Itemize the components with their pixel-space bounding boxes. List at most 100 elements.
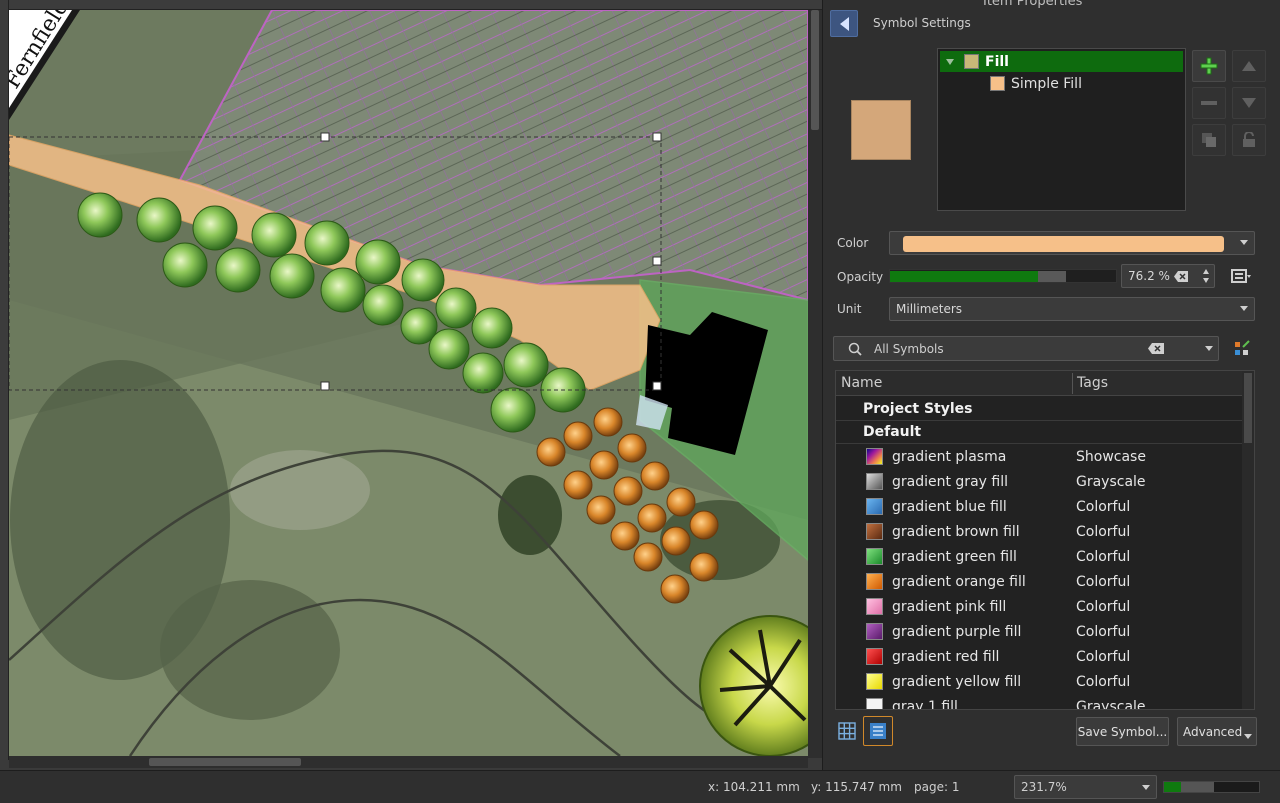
page-readout: page: 1	[914, 780, 960, 794]
x-coordinate-readout: x: 104.211 mm	[708, 780, 800, 794]
symbol-name: gradient pink fill	[892, 599, 1007, 615]
style-manager-button[interactable]	[1229, 336, 1255, 361]
map-view[interactable]: Fernfield	[0, 0, 822, 770]
opacity-slider[interactable]	[889, 269, 1117, 283]
table-row[interactable]: gradient gray fill Grayscale	[836, 470, 1242, 495]
group-row[interactable]: Default	[836, 421, 1242, 444]
symbol-list-table[interactable]: Name Tags Project Styles Default gradien…	[835, 370, 1255, 710]
opacity-spinbox[interactable]: 76.2 %	[1121, 264, 1215, 288]
scrollbar-thumb[interactable]	[1244, 373, 1252, 443]
slider-fill	[1164, 782, 1181, 792]
back-button[interactable]	[830, 10, 858, 37]
chevron-down-icon[interactable]	[1240, 240, 1248, 245]
style-manager-icon	[1235, 339, 1250, 355]
opacity-label: Opacity	[837, 270, 884, 284]
vertical-ruler	[0, 0, 9, 760]
horizontal-ruler	[0, 0, 822, 10]
down-arrow-icon	[1242, 98, 1256, 108]
swatch-icon	[866, 523, 883, 540]
layer-item-simple-fill[interactable]: Simple Fill	[940, 73, 1183, 94]
layer-label: Simple Fill	[1011, 75, 1082, 92]
layout-canvas[interactable]: Fernfield	[0, 0, 822, 770]
expand-arrow-icon[interactable]	[946, 58, 954, 65]
color-picker-button[interactable]	[889, 231, 1255, 255]
layer-label: Fill	[985, 53, 1009, 70]
symbol-name: gradient plasma	[892, 449, 1007, 465]
icon-view-button[interactable]	[832, 716, 862, 746]
swatch-icon	[866, 548, 883, 565]
table-scrollbar[interactable]	[1242, 371, 1254, 709]
symbol-name: gradient red fill	[892, 649, 1000, 665]
symbol-layer-tree[interactable]: Fill Simple Fill	[937, 48, 1186, 211]
chevron-down-icon[interactable]	[1205, 346, 1213, 352]
table-row[interactable]: gradient orange fill Colorful	[836, 570, 1242, 595]
back-arrow-icon	[839, 16, 849, 31]
symbol-tag: Colorful	[1076, 674, 1131, 690]
zoom-select[interactable]: 231.7%	[1014, 775, 1157, 799]
up-arrow-icon	[1242, 61, 1256, 71]
data-defined-override-button[interactable]	[1227, 264, 1255, 288]
duplicate-layer-button[interactable]	[1192, 124, 1226, 156]
zoom-value: 231.7%	[1021, 780, 1067, 794]
simple-fill-swatch-icon	[990, 76, 1005, 91]
scrollbar-thumb[interactable]	[811, 10, 819, 130]
color-label: Color	[837, 236, 869, 250]
zoom-slider[interactable]	[1163, 781, 1260, 793]
horizontal-scrollbar[interactable]	[9, 756, 808, 768]
table-row[interactable]: gradient yellow fill Colorful	[836, 670, 1242, 695]
chevron-down-icon	[1244, 734, 1252, 739]
column-header-tags[interactable]: Tags	[1077, 375, 1108, 391]
unit-select[interactable]: Millimeters	[889, 297, 1255, 321]
symbol-tag: Colorful	[1076, 599, 1131, 615]
chevron-down-icon[interactable]	[1142, 785, 1150, 790]
symbol-search-input[interactable]: All Symbols	[833, 336, 1219, 361]
add-layer-button[interactable]	[1192, 50, 1226, 82]
table-row[interactable]: gradient purple fill Colorful	[836, 620, 1242, 645]
slider-track	[1038, 271, 1066, 282]
symbol-name: gradient yellow fill	[892, 674, 1022, 690]
symbol-tag: Grayscale	[1076, 474, 1146, 490]
column-header-name[interactable]: Name	[841, 375, 882, 391]
clear-icon[interactable]	[1174, 271, 1188, 282]
table-row[interactable]: gradient plasma Showcase	[836, 445, 1242, 470]
vertical-scrollbar[interactable]	[808, 10, 822, 758]
group-row[interactable]: Project Styles	[836, 398, 1242, 421]
swatch-icon	[866, 448, 883, 465]
swatch-icon	[866, 648, 883, 665]
lock-icon	[1243, 132, 1255, 147]
symbol-tag: Colorful	[1076, 524, 1131, 540]
symbol-name: gray 1 fill	[892, 699, 958, 710]
swatch-icon	[866, 473, 883, 490]
table-row[interactable]: gradient blue fill Colorful	[836, 495, 1242, 520]
remove-layer-button[interactable]	[1192, 87, 1226, 119]
clear-search-icon[interactable]	[1148, 343, 1164, 354]
plus-icon	[1200, 57, 1218, 75]
symbol-tag: Colorful	[1076, 549, 1131, 565]
symbol-tag: Colorful	[1076, 499, 1131, 515]
swatch-icon	[866, 673, 883, 690]
table-row[interactable]: gradient pink fill Colorful	[836, 595, 1242, 620]
table-row[interactable]: gradient green fill Colorful	[836, 545, 1242, 570]
table-row[interactable]: gradient red fill Colorful	[836, 645, 1242, 670]
table-row[interactable]: gray 1 fill Grayscale	[836, 695, 1242, 710]
move-down-button[interactable]	[1232, 87, 1266, 119]
symbol-name: gradient blue fill	[892, 499, 1007, 515]
move-up-button[interactable]	[1232, 50, 1266, 82]
search-icon	[848, 342, 862, 356]
lock-layer-button[interactable]	[1232, 124, 1266, 156]
symbol-settings-label: Symbol Settings	[873, 16, 971, 30]
layer-item-fill[interactable]: Fill	[940, 51, 1183, 72]
advanced-menu-button[interactable]: Advanced	[1177, 717, 1257, 746]
symbol-tag: Showcase	[1076, 449, 1146, 465]
chevron-down-icon[interactable]	[1240, 306, 1248, 311]
spin-arrows-icon[interactable]	[1202, 268, 1210, 284]
save-symbol-button[interactable]: Save Symbol...	[1076, 717, 1169, 746]
item-properties-panel: Item Properties Symbol Settings Fill Sim…	[822, 0, 1280, 770]
minus-icon	[1201, 101, 1217, 105]
scrollbar-thumb[interactable]	[149, 758, 301, 766]
advanced-label: Advanced	[1183, 724, 1243, 739]
table-row[interactable]: gradient brown fill Colorful	[836, 520, 1242, 545]
fill-swatch-icon	[964, 54, 979, 69]
list-view-button[interactable]	[863, 716, 893, 746]
swatch-icon	[866, 498, 883, 515]
